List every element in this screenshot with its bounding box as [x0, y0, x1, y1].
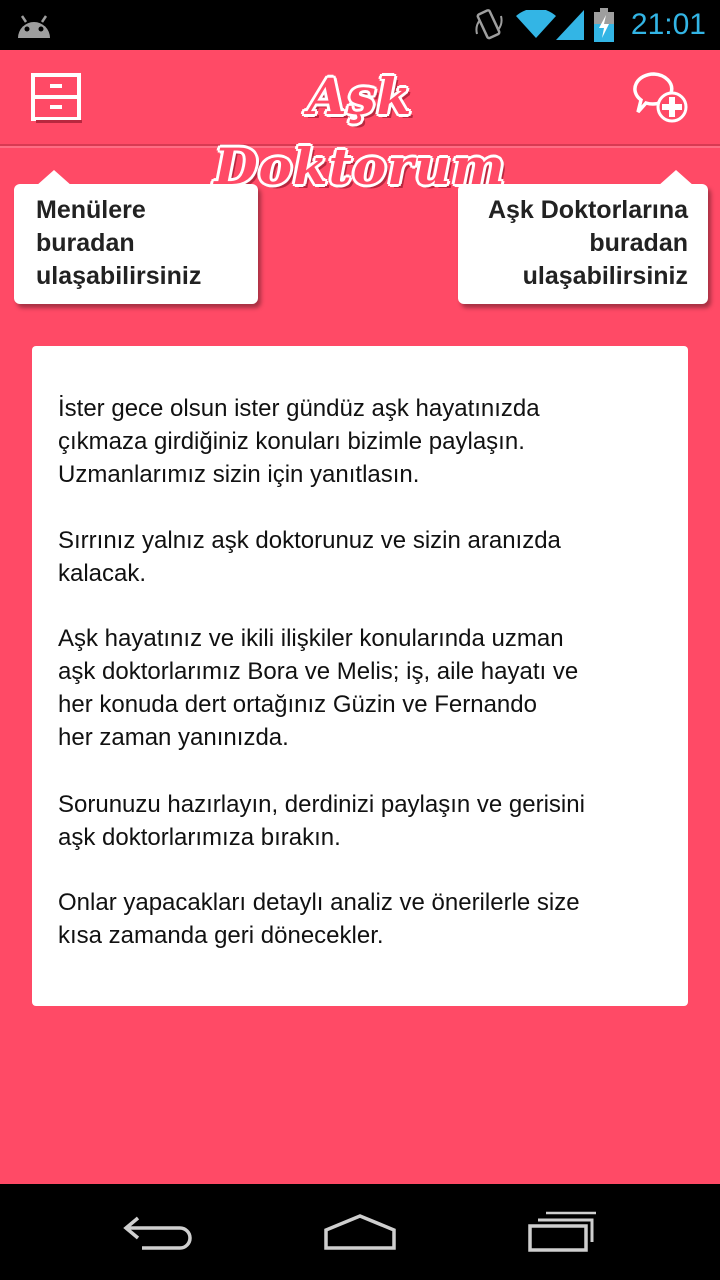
doctors-hint-line: buradan — [589, 229, 688, 257]
signal-icon — [556, 10, 584, 45]
text-line: Sorunuzu hazırlayın, derdinizi paylaşın … — [58, 791, 585, 818]
doctors-hint-text: Aşk Doktorlarına buradan ulaşabilirsiniz — [458, 194, 688, 293]
system-nav-bar — [0, 1184, 720, 1280]
menu-hint-tooltip: Menülere buradan ulaşabilirsiniz — [14, 170, 258, 304]
tooltip-arrow — [36, 170, 72, 186]
tooltip-arrow — [658, 170, 694, 186]
doctors-hint-line: ulaşabilirsiniz — [522, 262, 688, 290]
text-line: aşk doktorlarımız Bora ve Melis; iş, ail… — [58, 658, 579, 685]
app-logo: Aşk Doktorum — [214, 67, 506, 196]
clock: 21:01 — [630, 8, 706, 41]
intro-card: İster gece olsun ister gündüz aşk hayatı… — [32, 346, 688, 1006]
text-line: Aşk hayatınız ve ikili ilişkiler konular… — [58, 625, 564, 652]
intro-paragraph: Sorunuzu hazırlayın, derdinizi paylaşın … — [58, 788, 668, 854]
intro-paragraph: İster gece olsun ister gündüz aşk hayatı… — [58, 392, 668, 491]
text-line: aşk doktorlarımıza bırakın. — [58, 824, 341, 851]
app-header: Aşk Doktorum — [0, 50, 720, 196]
text-line: Uzmanlarımız sizin için yanıtlasın. — [58, 461, 420, 488]
status-bar: 21:01 — [0, 0, 720, 50]
drawer-menu-icon[interactable] — [30, 72, 84, 124]
intro-paragraph: Aşk hayatınız ve ikili ilişkiler konular… — [58, 622, 668, 754]
doctors-hint-line: Aşk Doktorlarına — [487, 196, 688, 224]
back-icon[interactable] — [122, 1212, 194, 1257]
wifi-icon — [516, 8, 556, 45]
home-icon[interactable] — [322, 1212, 398, 1257]
doctors-hint-tooltip: Aşk Doktorlarına buradan ulaşabilirsiniz — [458, 170, 708, 304]
menu-hint-line: ulaşabilirsiniz — [36, 262, 202, 290]
text-line: İster gece olsun ister gündüz aşk hayatı… — [58, 395, 540, 422]
text-line: Sırrınız yalnız aşk doktorunuz ve sizin … — [58, 527, 561, 554]
menu-hint-line: buradan — [36, 229, 135, 257]
intro-paragraph: Sırrınız yalnız aşk doktorunuz ve sizin … — [58, 524, 668, 590]
text-line: Onlar yapacakları detaylı analiz ve öner… — [58, 889, 580, 916]
text-line: çıkmaza girdiğiniz konuları bizimle payl… — [58, 428, 525, 455]
android-icon — [14, 10, 54, 45]
text-line: her konuda dert ortağınız Güzin ve Ferna… — [58, 691, 537, 718]
rotate-icon — [474, 8, 504, 47]
new-chat-icon[interactable] — [632, 70, 692, 126]
menu-hint-line: Menülere — [36, 196, 146, 224]
recents-icon[interactable] — [526, 1208, 596, 1259]
text-line: kalacak. — [58, 560, 147, 587]
text-line: kısa zamanda geri dönecekler. — [58, 922, 384, 949]
battery-charging-icon — [594, 8, 614, 47]
text-line: her zaman yanınızda. — [58, 724, 289, 751]
menu-hint-text: Menülere buradan ulaşabilirsiniz — [36, 194, 246, 293]
intro-paragraph: Onlar yapacakları detaylı analiz ve öner… — [58, 886, 668, 952]
